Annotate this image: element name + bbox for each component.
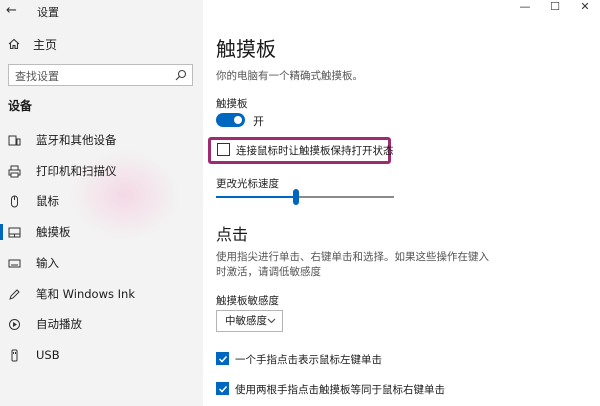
keep-touchpad-on-checkbox[interactable] bbox=[217, 143, 230, 156]
checkmark-icon bbox=[218, 355, 227, 363]
home-icon bbox=[8, 38, 20, 50]
sidebar-item-label: 自动播放 bbox=[36, 317, 82, 331]
sidebar-item-touchpad[interactable]: 触摸板 bbox=[0, 219, 203, 245]
sidebar: ← 设置 主页 查找设置 设备 蓝牙和其他设备 打印机和扫描仪 鼠标 触摸板 输… bbox=[0, 0, 203, 406]
sidebar-home-label: 主页 bbox=[33, 37, 58, 52]
slider-thumb[interactable] bbox=[293, 189, 300, 205]
touchpad-toggle[interactable] bbox=[216, 113, 245, 127]
sidebar-item-label: 蓝牙和其他设备 bbox=[36, 133, 117, 147]
search-icon[interactable] bbox=[175, 69, 187, 81]
sidebar-item-pen[interactable]: 笔和 Windows Ink bbox=[0, 281, 203, 307]
page-description: 你的电脑有一个精确式触摸板。 bbox=[216, 70, 363, 82]
tap-left-click-checkbox[interactable] bbox=[216, 352, 229, 365]
sensitivity-dropdown[interactable]: 中敏感度 bbox=[216, 310, 283, 332]
mouse-icon bbox=[7, 194, 21, 208]
toggle-knob bbox=[234, 116, 242, 124]
usb-icon bbox=[7, 348, 21, 362]
sidebar-item-autoplay[interactable]: 自动播放 bbox=[0, 311, 203, 337]
touchpad-toggle-label: 触摸板 bbox=[216, 98, 248, 110]
sensitivity-label: 触摸板敏感度 bbox=[216, 295, 279, 307]
autoplay-icon bbox=[7, 317, 21, 331]
checkmark-icon bbox=[218, 385, 227, 393]
two-finger-right-click-checkbox[interactable] bbox=[216, 382, 229, 395]
sidebar-item-label: 触摸板 bbox=[36, 225, 71, 239]
pen-icon bbox=[7, 287, 21, 301]
sidebar-item-typing[interactable]: 输入 bbox=[0, 250, 203, 276]
close-button[interactable]: ✕ bbox=[570, 0, 600, 16]
sensitivity-value: 中敏感度 bbox=[225, 315, 267, 327]
sidebar-item-printers[interactable]: 打印机和扫描仪 bbox=[0, 158, 203, 184]
sidebar-item-usb[interactable]: USB bbox=[0, 342, 203, 368]
sidebar-item-label: 打印机和扫描仪 bbox=[36, 164, 117, 178]
keyboard-icon bbox=[7, 256, 21, 270]
keep-touchpad-on-label: 连接鼠标时让触摸板保持打开状态 bbox=[236, 145, 394, 157]
slider-fill bbox=[216, 196, 297, 198]
chevron-down-icon bbox=[267, 311, 276, 338]
sidebar-item-label: USB bbox=[36, 348, 60, 362]
section-header: 设备 bbox=[8, 99, 33, 113]
cursor-speed-label: 更改光标速度 bbox=[216, 178, 279, 190]
touchpad-icon bbox=[7, 225, 21, 239]
page-title: 触摸板 bbox=[216, 37, 276, 61]
cursor-speed-slider[interactable] bbox=[216, 189, 394, 205]
sidebar-item-bluetooth[interactable]: 蓝牙和其他设备 bbox=[0, 127, 203, 153]
tap-left-click-label: 一个手指点击表示鼠标左键单击 bbox=[235, 354, 382, 366]
app-title: 设置 bbox=[37, 6, 59, 19]
search-placeholder: 查找设置 bbox=[15, 70, 59, 83]
bluetooth-devices-icon bbox=[7, 133, 21, 147]
sidebar-item-label: 输入 bbox=[36, 256, 59, 270]
printer-icon bbox=[7, 164, 21, 178]
sidebar-item-label: 笔和 Windows Ink bbox=[36, 287, 135, 301]
search-input[interactable]: 查找设置 bbox=[8, 64, 193, 86]
sidebar-item-label: 鼠标 bbox=[36, 194, 59, 208]
toggle-state-text: 开 bbox=[253, 115, 264, 128]
minimize-button[interactable]: — bbox=[510, 0, 540, 16]
back-arrow-icon[interactable]: ← bbox=[6, 3, 17, 18]
taps-heading: 点击 bbox=[216, 225, 249, 244]
sidebar-item-mouse[interactable]: 鼠标 bbox=[0, 188, 203, 214]
two-finger-right-click-label: 使用两根手指点击触摸板等同于鼠标右键单击 bbox=[235, 384, 445, 396]
maximize-button[interactable]: ☐ bbox=[540, 0, 570, 16]
taps-description: 使用指尖进行单击、右键单击和选择。如果这些操作在键入时激活，请调低敏感度 bbox=[216, 251, 489, 278]
sidebar-home[interactable]: 主页 bbox=[8, 36, 57, 52]
